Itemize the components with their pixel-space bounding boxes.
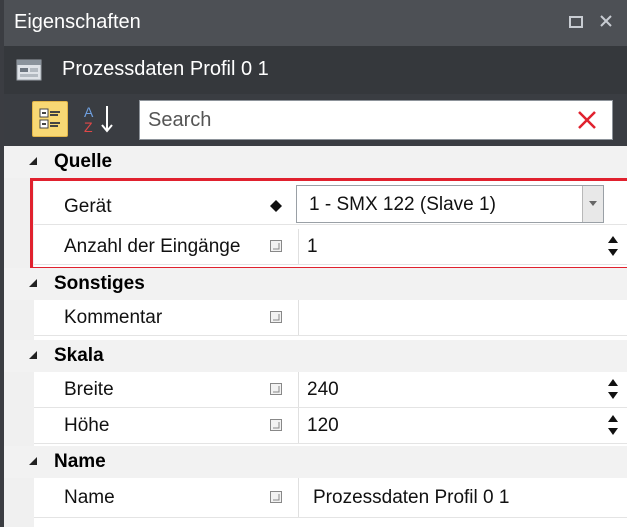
category-label: Quelle [54,151,113,172]
property-row-breite[interactable]: Breite 240 [34,372,627,408]
process-data-icon [16,59,42,81]
close-icon [600,15,612,27]
svg-text:Z: Z [84,119,93,135]
property-row-kommentar[interactable]: Kommentar [34,300,627,336]
maximize-button[interactable] [569,12,583,32]
search-box [139,100,613,140]
collapse-icon[interactable] [28,350,38,360]
property-local-marker-icon [270,311,282,323]
sort-az-icon: A Z [84,104,113,135]
categorized-icon [39,108,60,129]
property-value-cell[interactable]: Prozessdaten Profil 0 1 [298,478,627,517]
property-row-hoehe[interactable]: Höhe 120 [34,408,627,444]
category-skala[interactable]: Skala [4,340,627,372]
collapse-icon[interactable] [28,156,38,166]
category-label: Name [54,451,106,472]
category-sonstiges[interactable]: Sonstiges [4,268,627,300]
collapse-icon[interactable] [28,456,38,466]
collapse-icon[interactable] [28,278,38,288]
property-value: 120 [307,415,339,436]
property-value: Prozessdaten Profil 0 1 [313,487,510,508]
property-local-marker-icon [270,383,282,395]
property-value: 240 [307,379,339,400]
panel-title: Eigenschaften [14,11,141,33]
property-name: Kommentar [64,307,163,328]
category-label: Skala [54,345,104,366]
clear-search-icon[interactable] [576,109,598,131]
alphabetical-sort-button[interactable]: A Z [80,101,118,137]
property-local-marker-icon [270,491,282,503]
property-local-marker-icon [270,419,282,431]
panel-title-bar: Eigenschaften [4,0,627,46]
spinner-icon[interactable] [607,377,619,401]
selected-object-title: Prozessdaten Profil 0 1 [62,58,269,80]
highlight-box [30,178,627,270]
spinner-icon[interactable] [607,413,619,437]
property-name: Höhe [64,415,110,436]
property-name: Breite [64,379,114,400]
property-value-cell[interactable] [298,300,627,335]
close-button[interactable] [599,12,613,32]
property-name: Name [64,487,115,508]
category-quelle[interactable]: Quelle [4,146,627,178]
category-name[interactable]: Name [4,446,627,478]
category-label: Sonstiges [54,273,145,294]
property-row-name[interactable]: Name Prozessdaten Profil 0 1 [34,478,627,518]
property-value-cell[interactable]: 120 [298,408,627,443]
search-input[interactable] [148,107,548,133]
svg-text:A: A [84,104,94,120]
property-value-cell[interactable]: 240 [298,372,627,407]
categorized-view-button[interactable] [32,101,68,137]
selected-object-header: Prozessdaten Profil 0 1 [4,46,627,94]
properties-panel: Eigenschaften Prozessdaten Profil 0 1 A … [0,0,627,527]
maximize-icon [569,16,583,28]
